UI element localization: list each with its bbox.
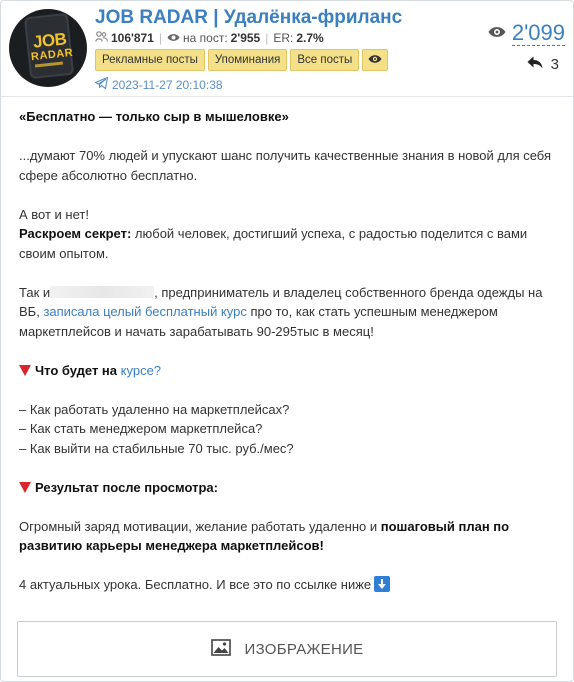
views-eye-icon — [488, 25, 506, 43]
final-text: 4 актуальных урока. Бесплатно. И все это… — [19, 577, 372, 592]
paragraph-line: А вот и нет! — [19, 206, 89, 222]
course-prefix: ВБ, — [19, 304, 44, 319]
intro-suffix: , предприниматель и владелец собственног… — [154, 284, 543, 300]
channel-avatar[interactable]: JOB RADAR — [9, 9, 87, 87]
result-bold: пошаговый план по — [380, 518, 510, 534]
reach-label: на пост: — [183, 31, 228, 45]
post-header: JOB RADAR JOB RADAR | Удалёнка-фриланс 1… — [1, 1, 573, 97]
blurred-name — [50, 285, 155, 298]
eye-icon — [368, 54, 382, 67]
red-triangle-icon — [19, 481, 31, 493]
shares-count: 3 — [550, 56, 559, 73]
reach-eye-icon — [167, 31, 180, 45]
post-views: 2'099 — [488, 21, 565, 46]
er-label: ER: — [273, 31, 294, 45]
channel-tabs: Рекламные посты Упоминания Все посты — [95, 49, 389, 71]
paragraph-line: сфере абсолютно бесплатно. — [19, 167, 198, 183]
list-item: – Как выйти на стабильные 70 тыс. руб./м… — [19, 440, 294, 456]
tab-view-toggle[interactable] — [362, 49, 389, 71]
telegram-icon — [94, 76, 109, 92]
course-link-short[interactable]: курсе? — [121, 363, 161, 378]
post-heading: «Бесплатно — только сыр в мышеловке» — [19, 109, 289, 124]
post-shares: 3 — [527, 56, 559, 73]
er-value: 2.7% — [296, 31, 324, 45]
views-count[interactable]: 2'099 — [511, 21, 565, 46]
list-item: – Как стать менеджером маркетплейса? — [19, 421, 263, 436]
tab-all-posts[interactable]: Все посты — [290, 49, 360, 71]
post-card: JOB RADAR JOB RADAR | Удалёнка-фриланс 1… — [0, 0, 574, 682]
secret-text: любой человек, достигший успеха, с радос… — [131, 226, 528, 241]
paragraph-line: своим опытом. — [19, 245, 109, 261]
list-item: – Как работать удаленно на маркетплейсах… — [19, 401, 290, 417]
tab-mentions[interactable]: Упоминания — [207, 49, 288, 71]
tab-ad-posts[interactable]: Рекламные посты — [95, 49, 205, 71]
secret-label: Раскроем секрет: — [19, 226, 132, 241]
paragraph-line: развитию карьеры менеджера маркетплейсов… — [19, 536, 559, 556]
intro-prefix: Так и — [19, 284, 51, 300]
paragraph-line: Раскроем секрет: любой человек, достигши… — [19, 224, 559, 244]
subscribers-count: 106'871 — [111, 31, 154, 45]
image-icon — [210, 638, 231, 660]
paragraph-line: маркетплейсов и начать зарабатывать 90-2… — [19, 323, 374, 339]
channel-title[interactable]: JOB RADAR | Удалёнка-фриланс — [95, 7, 402, 29]
paragraph-line: ...думают 70% людей и упускают шанс полу… — [19, 148, 552, 163]
course-link[interactable]: записала целый бесплатный курс — [43, 304, 246, 319]
image-attachment-button[interactable]: ИЗОБРАЖЕНИЕ — [17, 621, 557, 677]
section-title-bold: Что будет на — [35, 362, 118, 378]
post-text: «Бесплатно — только сыр в мышеловке» ...… — [19, 107, 559, 595]
paragraph-line: Так и , предприниматель и владелец собств… — [19, 283, 559, 303]
section-title: Что будет на курсе? — [19, 361, 559, 381]
red-triangle-icon — [19, 364, 31, 376]
post-date[interactable]: 2023-11-27 20:10:38 — [94, 76, 223, 92]
course-suffix: про то, как стать успешным менеджером — [246, 304, 498, 319]
post-date-text: 2023-11-27 20:10:38 — [112, 77, 223, 92]
paragraph-line: ВБ, записала целый бесплатный курс про т… — [19, 302, 559, 322]
result-bold-2: развитию карьеры менеджера маркетплейсов… — [19, 538, 324, 553]
share-arrow-icon — [527, 56, 543, 73]
down-arrow-icon — [374, 576, 391, 592]
stats-divider: | — [265, 31, 269, 45]
stats-divider: | — [158, 31, 163, 45]
paragraph-line: 4 актуальных урока. Бесплатно. И все это… — [19, 575, 559, 595]
subscribers-icon — [95, 31, 108, 45]
section-title-bold: Результат после просмотра: — [35, 479, 218, 495]
section-title: Результат после просмотра: — [19, 478, 559, 498]
channel-stats: 106'871 | на пост: 2'955 | ER: 2.7% — [95, 31, 324, 45]
reach-value: 2'955 — [230, 31, 261, 45]
paragraph-line: Огромный заряд мотивации, желание работа… — [19, 517, 559, 537]
result-text: Огромный заряд мотивации, желание работа… — [19, 518, 381, 534]
image-button-label: ИЗОБРАЖЕНИЕ — [244, 640, 364, 658]
